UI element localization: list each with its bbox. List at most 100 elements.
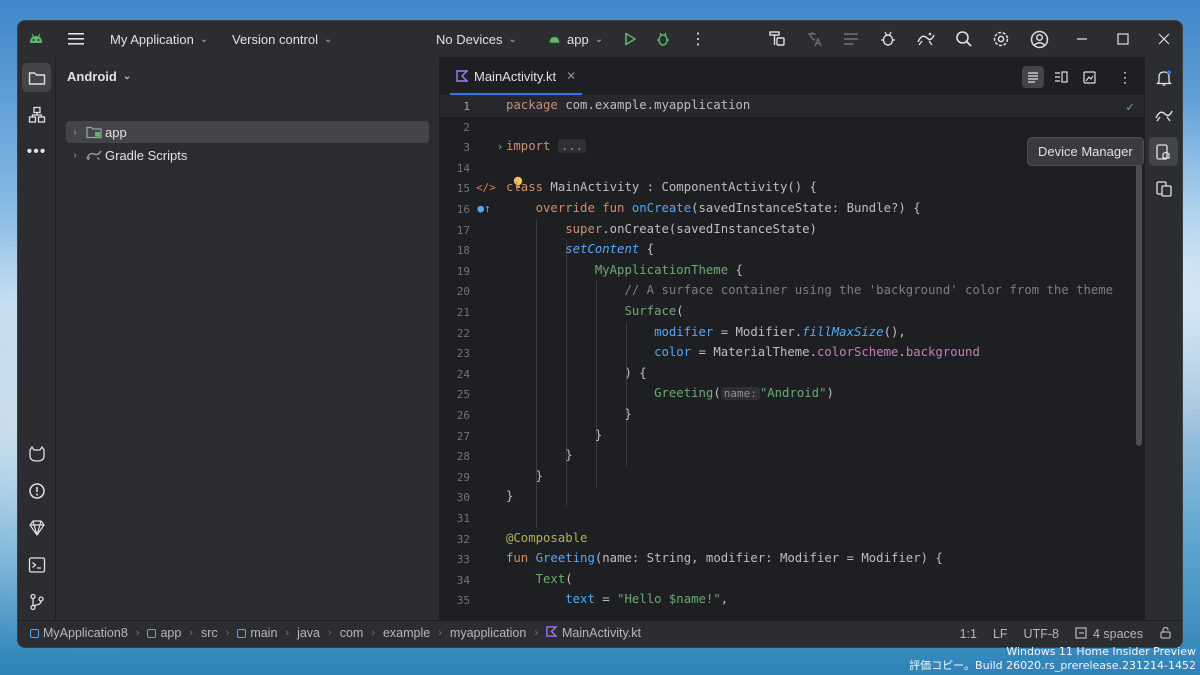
breadcrumb-item[interactable]: MyApplication8 xyxy=(30,626,128,640)
line-number: 15 xyxy=(456,182,470,196)
project-view-label: Android xyxy=(67,69,117,84)
settings-icon[interactable] xyxy=(992,21,1010,57)
design-view-icon[interactable] xyxy=(1078,66,1100,88)
title-bar: My Application ⌄ Version control ⌄ No Devi… xyxy=(18,21,1182,57)
ide-window: My Application ⌄ Version control ⌄ No Devi… xyxy=(17,20,1183,648)
logcat-icon[interactable] xyxy=(22,439,51,468)
chevron-right-icon: › xyxy=(73,149,77,161)
breadcrumb-item[interactable]: app xyxy=(147,626,181,640)
close-tab-icon[interactable]: ✕ xyxy=(566,69,576,83)
code-text: @Composable xyxy=(506,530,588,545)
breadcrumb-item[interactable]: main xyxy=(237,626,277,640)
line-number: 25 xyxy=(456,388,470,402)
project-view-selector[interactable]: Android ⌄ xyxy=(67,69,131,84)
line-number: 35 xyxy=(456,594,470,608)
indent-setting[interactable]: 4 spaces xyxy=(1075,626,1143,642)
lock-icon[interactable] xyxy=(1159,626,1172,642)
editor-tab-bar: MainActivity.kt ✕ ⋮ xyxy=(440,57,1144,96)
breadcrumb-item[interactable]: myapplication xyxy=(450,626,526,640)
project-selector[interactable]: My Application ⌄ xyxy=(110,21,208,57)
build-variants-icon[interactable] xyxy=(22,513,51,542)
file-encoding[interactable]: UTF-8 xyxy=(1024,627,1059,641)
run-config-selector[interactable]: app ⌄ xyxy=(548,21,603,57)
breadcrumb-item[interactable]: com xyxy=(340,626,364,640)
minimize-icon[interactable] xyxy=(1076,21,1088,57)
breadcrumb-item[interactable]: src xyxy=(201,626,218,640)
code-text: class MainActivity : ComponentActivity()… xyxy=(506,180,817,195)
chevron-right-icon: › xyxy=(438,627,442,639)
notifications-icon[interactable] xyxy=(1149,63,1178,92)
device-selector[interactable]: No Devices ⌄ xyxy=(436,21,517,57)
chevron-right-icon: › xyxy=(225,627,230,639)
translate-icon[interactable] xyxy=(805,21,823,57)
more-tools-icon[interactable]: ••• xyxy=(22,137,51,166)
chevron-right-icon: › xyxy=(371,627,375,639)
code-line: 2 xyxy=(440,117,1144,138)
version-control-menu[interactable]: Version control ⌄ xyxy=(232,21,332,57)
close-window-icon[interactable] xyxy=(1158,21,1170,57)
chevron-down-icon: ⌄ xyxy=(508,33,517,45)
code-view-icon[interactable] xyxy=(1022,66,1044,88)
inspection-ok-icon[interactable]: ✓ xyxy=(1126,100,1134,115)
chevron-down-icon: ⌄ xyxy=(199,33,209,45)
tree-item-gradle-scripts[interactable]: › Gradle Scripts xyxy=(66,144,429,166)
debug-icon[interactable] xyxy=(655,21,671,57)
code-line: 19 MyApplicationTheme { xyxy=(440,261,1144,282)
tab-mainactivity[interactable]: MainActivity.kt ✕ xyxy=(450,57,583,95)
device-label: No Devices xyxy=(436,31,503,47)
editor-more-icon[interactable]: ⋮ xyxy=(1114,66,1136,88)
code-text: modifier = Modifier.fillMaxSize(), xyxy=(654,324,906,339)
sync-project-icon[interactable] xyxy=(768,21,786,57)
more-actions-icon[interactable]: ⋮ xyxy=(690,21,706,57)
breadcrumb-item[interactable]: MainActivity.kt xyxy=(546,626,641,640)
code-text: } xyxy=(565,448,573,463)
chevron-right-icon: › xyxy=(328,627,332,639)
line-number: 32 xyxy=(456,532,470,546)
code-line: 29 } xyxy=(440,467,1144,488)
code-line: 17 super.onCreate(savedInstanceState) xyxy=(440,220,1144,241)
chevron-right-icon: › xyxy=(189,627,193,639)
editor-scrollbar[interactable] xyxy=(1136,141,1142,446)
chevron-right-icon: › xyxy=(135,627,140,639)
code-text: // A surface container using the 'backgr… xyxy=(624,283,1114,298)
folded-imports[interactable]: ... xyxy=(557,139,587,154)
code-line: 16 ●↑ override fun onCreate(savedInstanc… xyxy=(440,199,1144,220)
code-text: fun Greeting(name: String, modifier: Mod… xyxy=(506,551,943,566)
line-number: 34 xyxy=(456,573,470,587)
gemini-agent-icon[interactable] xyxy=(916,21,936,57)
override-marker-icon[interactable]: ●↑ xyxy=(476,202,492,215)
code-area[interactable]: 1 package com.example.myapplication 2 3 … xyxy=(440,96,1144,621)
split-view-icon[interactable] xyxy=(1050,66,1072,88)
line-number: 29 xyxy=(456,470,470,484)
code-line: 25 Greeting(name: "Android") xyxy=(440,384,1144,405)
hamburger-menu-icon[interactable] xyxy=(68,21,84,57)
account-icon[interactable] xyxy=(1030,21,1049,57)
chevron-right-icon: › xyxy=(73,126,77,138)
code-line: 28 } xyxy=(440,446,1144,467)
run-icon[interactable] xyxy=(623,21,637,57)
layout-inspector-icon[interactable] xyxy=(842,21,860,57)
tree-item-app[interactable]: › app xyxy=(66,121,429,143)
search-icon[interactable] xyxy=(955,21,973,57)
code-line: 26 } xyxy=(440,405,1144,426)
breadcrumb-item[interactable]: java xyxy=(297,626,320,640)
breadcrumb: MyApplication8 › app › src › main › java… xyxy=(30,626,641,640)
git-icon[interactable] xyxy=(22,587,51,616)
editor-view-modes: ⋮ xyxy=(1022,66,1136,88)
running-devices-icon[interactable] xyxy=(1149,174,1178,203)
tree-item-label: Gradle Scripts xyxy=(105,147,188,163)
gemini-icon[interactable] xyxy=(1149,100,1178,129)
maximize-icon[interactable] xyxy=(1117,21,1129,57)
compose-preview-icon[interactable]: </> xyxy=(476,181,496,194)
device-manager-icon[interactable] xyxy=(1149,137,1178,166)
project-folder-icon[interactable] xyxy=(22,63,51,92)
parameter-hint: name: xyxy=(720,387,760,401)
structure-icon[interactable] xyxy=(22,100,51,129)
breadcrumb-item[interactable]: example xyxy=(383,626,430,640)
problems-icon[interactable] xyxy=(22,476,51,505)
terminal-icon[interactable] xyxy=(22,550,51,579)
app-inspection-icon[interactable] xyxy=(879,21,897,57)
line-separator[interactable]: LF xyxy=(993,627,1008,641)
caret-position[interactable]: 1:1 xyxy=(960,627,977,641)
code-line: 27 } xyxy=(440,426,1144,447)
